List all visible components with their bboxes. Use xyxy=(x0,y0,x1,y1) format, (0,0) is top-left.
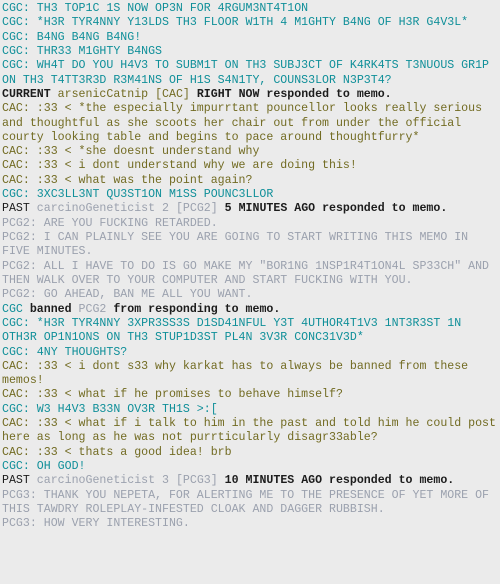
chat-message-line: CAC: :33 < what was the point again? xyxy=(2,174,499,188)
chat-message-text: CGC: WH4T DO YOU H4V3 TO SUBM1T ON TH3 S… xyxy=(2,59,496,87)
chat-message-text: CGC: 3XC3LL3NT QU3ST1ON M1SS POUNC3LLOR xyxy=(2,188,274,202)
memo-log-container[interactable]: CGC: TH3 TOP1C 1S NOW OP3N FOR 4RGUM3NT4… xyxy=(0,0,500,532)
chat-message-line: CGC: WH4T DO YOU H4V3 TO SUBM1T ON TH3 S… xyxy=(2,59,499,88)
chat-message-line: PCG2: ALL I HAVE TO DO IS GO MAKE MY "BO… xyxy=(2,260,499,289)
chat-message-text: PCG2: I CAN PLAINLY SEE YOU ARE GOING TO… xyxy=(2,231,476,259)
chat-message-line: CGC: *H3R TYR4NNY Y13LDS TH3 FLOOR W1TH … xyxy=(2,16,499,30)
chat-message-text: CAC: :33 < i dont understand why we are … xyxy=(2,159,357,173)
chat-message-text: PCG3: THANK YOU NEPETA, FOR ALERTING ME … xyxy=(2,488,496,516)
system-notice-segment: CURRENT xyxy=(2,87,58,101)
chat-message-text: CGC: 4NY THOUGHTS? xyxy=(2,345,128,359)
chat-message-text: CAC: :33 < thats a good idea! brb xyxy=(2,445,232,459)
chat-message-text: PCG2: ARE YOU FUCKING RETARDED. xyxy=(2,216,218,230)
chat-message-text: CAC: :33 < what if he promises to behave… xyxy=(2,388,343,402)
chat-message-text: CGC: THR33 M1GHTY B4NGS xyxy=(2,44,163,58)
chat-message-line: CAC: :33 < *the especially impurrtant po… xyxy=(2,102,499,145)
chat-message-line: CGC: W3 H4V3 B33N OV3R TH1S >:[ xyxy=(2,403,499,417)
chat-message-text: PCG3: HOW VERY INTERESTING. xyxy=(2,517,190,531)
chat-message-text: PCG2: ALL I HAVE TO DO IS GO MAKE MY "BO… xyxy=(2,259,496,287)
chat-message-line: CGC: 3XC3LL3NT QU3ST1ON M1SS POUNC3LLOR xyxy=(2,188,499,202)
chat-message-line: PCG2: ARE YOU FUCKING RETARDED. xyxy=(2,217,499,231)
chat-message-text: PCG2: GO AHEAD, BAN ME ALL YOU WANT. xyxy=(2,288,253,302)
chat-message-line: CAC: :33 < *she doesnt understand why xyxy=(2,145,499,159)
chat-message-text: CGC: TH3 TOP1C 1S NOW OP3N FOR 4RGUM3NT4… xyxy=(2,2,309,15)
chat-message-line: PCG3: THANK YOU NEPETA, FOR ALERTING ME … xyxy=(2,489,499,518)
system-notice-segment: arsenicCatnip [CAC] xyxy=(57,87,190,101)
chat-message-text: CAC: :33 < *the especially impurrtant po… xyxy=(2,102,490,144)
system-notice-line: CGC banned PCG2 from responding to memo. xyxy=(2,303,499,317)
system-notice-segment: from responding to memo. xyxy=(106,302,281,316)
system-notice-segment: CGC xyxy=(2,302,23,316)
chat-message-line: CGC: THR33 M1GHTY B4NGS xyxy=(2,45,499,59)
system-notice-segment: PCG2 xyxy=(78,302,107,316)
system-notice-segment: RIGHT NOW responded to memo. xyxy=(189,87,392,101)
system-notice-segment: PAST xyxy=(2,202,37,216)
chat-message-line: CGC: OH GOD! xyxy=(2,460,499,474)
chat-message-text: CAC: :33 < *she doesnt understand why xyxy=(2,145,260,159)
chat-message-text: CGC: *H3R TYR4NNY 3XPR3SS3S D1SD41NFUL Y… xyxy=(2,316,469,345)
chat-message-line: CGC: *H3R TYR4NNY 3XPR3SS3S D1SD41NFUL Y… xyxy=(2,317,499,346)
system-notice-line: PAST carcinoGeneticist 2 [PCG2] 5 MINUTE… xyxy=(2,202,499,216)
chat-message-text: CAC: :33 < i dont s33 why karkat has to … xyxy=(2,359,476,388)
chat-message-line: PCG3: HOW VERY INTERESTING. xyxy=(2,517,499,531)
chat-message-line: CGC: 4NY THOUGHTS? xyxy=(2,346,499,360)
chat-message-text: CGC: W3 H4V3 B33N OV3R TH1S >:[ xyxy=(2,402,218,416)
chat-message-line: PCG2: GO AHEAD, BAN ME ALL YOU WANT. xyxy=(2,288,499,302)
system-notice-line: PAST carcinoGeneticist 3 [PCG3] 10 MINUT… xyxy=(2,474,499,488)
chat-message-text: CAC: :33 < what was the point again? xyxy=(2,173,253,187)
system-notice-segment: 10 MINUTES AGO responded to memo. xyxy=(217,474,455,488)
chat-message-text: CGC: OH GOD! xyxy=(2,460,86,473)
chat-message-line: CAC: :33 < what if he promises to behave… xyxy=(2,388,499,402)
chat-message-line: CAC: :33 < thats a good idea! brb xyxy=(2,446,499,460)
system-notice-segment: carcinoGeneticist 2 [PCG2] xyxy=(36,202,218,216)
chat-message-text: CAC: :33 < what if i talk to him in the … xyxy=(2,417,496,445)
chat-message-text: CGC: *H3R TYR4NNY Y13LDS TH3 FLOOR W1TH … xyxy=(2,16,469,30)
system-notice-segment: 5 MINUTES AGO responded to memo. xyxy=(217,202,448,216)
chat-message-text: CGC: B4NG B4NG B4NG! xyxy=(2,30,142,44)
chat-message-line: CAC: :33 < i dont s33 why karkat has to … xyxy=(2,360,499,389)
system-notice-segment: banned xyxy=(22,302,79,316)
chat-message-line: CAC: :33 < i dont understand why we are … xyxy=(2,159,499,173)
chat-message-line: CGC: B4NG B4NG B4NG! xyxy=(2,31,499,45)
chat-message-line: PCG2: I CAN PLAINLY SEE YOU ARE GOING TO… xyxy=(2,231,499,260)
chat-message-line: CAC: :33 < what if i talk to him in the … xyxy=(2,417,499,446)
system-notice-segment: PAST xyxy=(2,474,37,488)
chat-message-line: CGC: TH3 TOP1C 1S NOW OP3N FOR 4RGUM3NT4… xyxy=(2,2,499,16)
system-notice-line: CURRENT arsenicCatnip [CAC] RIGHT NOW re… xyxy=(2,88,499,102)
system-notice-segment: carcinoGeneticist 3 [PCG3] xyxy=(36,474,218,488)
